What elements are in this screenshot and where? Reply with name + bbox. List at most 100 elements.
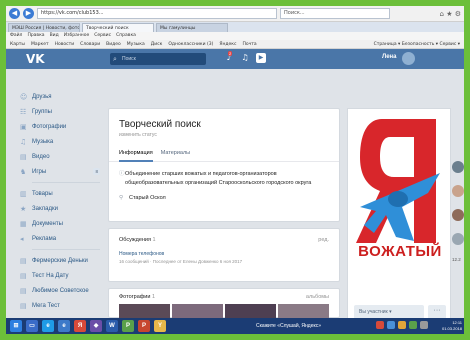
pioneer-scarf-logo bbox=[356, 119, 440, 243]
yandex-icon[interactable]: Я bbox=[74, 320, 86, 332]
browser-menubar: Файл Правка Вид Избранное Сервис Справка bbox=[6, 32, 464, 40]
publisher-icon[interactable]: P bbox=[122, 320, 134, 332]
browser-y-icon[interactable]: Y bbox=[154, 320, 166, 332]
sidebar-item[interactable]: ◂ Реклама bbox=[20, 231, 100, 246]
word-icon[interactable]: W bbox=[106, 320, 118, 332]
description-row: ⓘ Объединение старших вожатых и педагого… bbox=[109, 170, 339, 188]
fav-link[interactable]: Словари bbox=[80, 40, 100, 48]
sidebar-item-label: Товары bbox=[32, 190, 53, 197]
city-row: ⚲ Старый Оскол bbox=[109, 194, 339, 203]
menu-favorites[interactable]: Избранное bbox=[64, 32, 90, 40]
sidebar-item[interactable]: ☷ Группы bbox=[20, 104, 100, 119]
tab-info[interactable]: Информация bbox=[119, 144, 153, 162]
avatar[interactable] bbox=[452, 233, 464, 245]
fav-link[interactable]: Одноклассники (3) bbox=[168, 40, 213, 48]
sidebar-item[interactable]: ♞ Игры 8 bbox=[20, 164, 100, 179]
task-view-icon[interactable]: ▭ bbox=[26, 320, 38, 332]
people-icon: ☺ bbox=[20, 92, 28, 101]
fav-link[interactable]: Яндекс bbox=[219, 40, 236, 48]
browser-search-field[interactable]: Поиск... bbox=[280, 8, 390, 19]
sidebar-item[interactable]: ▣ Фотографии bbox=[20, 119, 100, 134]
sidebar-item[interactable]: ★ Закладки bbox=[20, 201, 100, 216]
tray-icon[interactable] bbox=[398, 321, 406, 329]
fav-link[interactable]: Почта bbox=[243, 40, 257, 48]
sidebar-item[interactable]: ▦ Документы bbox=[20, 216, 100, 231]
avatar[interactable] bbox=[402, 52, 415, 65]
photos-heading[interactable]: Фотографии bbox=[119, 294, 150, 300]
sidebar-item[interactable]: ▤ Мега Тест bbox=[20, 298, 100, 313]
membership-button[interactable]: Вы участник ▾ bbox=[354, 305, 424, 319]
cortana-search[interactable]: Скажите «Слушай, Яндекс» bbox=[256, 321, 356, 331]
app-icon: ▤ bbox=[20, 286, 27, 295]
tab-materials[interactable]: Материалы bbox=[161, 150, 190, 156]
left-menu: ☺ Друзья ☷ Группы ▣ Фотографии ♫ Музыка ▤ Видео ♞ И… bbox=[20, 89, 100, 313]
user-name[interactable]: Лена bbox=[382, 54, 397, 60]
menu-edit[interactable]: Правка bbox=[27, 32, 44, 40]
group-info-card: Творческий поиск изменить статус Информа… bbox=[108, 108, 340, 222]
goods-icon: ▥ bbox=[20, 189, 27, 198]
fav-link[interactable]: Маркет bbox=[31, 40, 49, 48]
home-star-gear-icons[interactable]: ⌂ ★ ⚙ bbox=[440, 10, 461, 18]
board-edit-link[interactable]: ред. bbox=[318, 237, 329, 243]
start-icon[interactable]: ⊞ bbox=[10, 320, 22, 332]
group-avatar-poster[interactable]: ВОЖАТЫЙ Вы участник ▾ ··· bbox=[347, 108, 451, 326]
edge-icon[interactable]: e bbox=[42, 320, 54, 332]
menu-file[interactable]: Файл bbox=[10, 32, 22, 40]
tray-icon[interactable] bbox=[409, 321, 417, 329]
forward-icon[interactable]: ▶ bbox=[23, 8, 34, 19]
sidebar-item-label: Видео bbox=[32, 153, 50, 160]
fav-link[interactable]: Новости bbox=[55, 40, 75, 48]
vk-search-input[interactable]: ⌕ Поиск bbox=[110, 53, 206, 65]
avatar[interactable] bbox=[452, 161, 464, 173]
sidebar-item[interactable]: ▥ Товары bbox=[20, 186, 100, 201]
avatar[interactable] bbox=[452, 185, 464, 197]
board-topic-link[interactable]: Номера телефонов bbox=[109, 243, 339, 257]
ie-command-menus[interactable]: Страница ▾ Безопасность ▾ Сервис ▾ bbox=[374, 40, 464, 48]
fav-link[interactable]: Диск bbox=[151, 40, 163, 48]
group-tabs: Информация Материалы bbox=[109, 144, 339, 162]
board-count: 1 bbox=[152, 237, 156, 243]
ie-icon[interactable]: e bbox=[58, 320, 70, 332]
play-icon[interactable]: ▶ bbox=[256, 53, 266, 63]
sidebar-item[interactable]: ☺ Друзья bbox=[20, 89, 100, 104]
sidebar-item-label: Документы bbox=[32, 220, 63, 227]
board-header: Обсуждения 1 ред. bbox=[109, 229, 339, 243]
sidebar-item-count: 8 bbox=[93, 168, 100, 175]
media-icon[interactable]: ◆ bbox=[90, 320, 102, 332]
menu-tools[interactable]: Сервис bbox=[94, 32, 111, 40]
board-heading[interactable]: Обсуждения bbox=[119, 237, 151, 243]
browser-tab[interactable]: Мы гамулинцы bbox=[156, 23, 228, 32]
fav-link[interactable]: Карты bbox=[10, 40, 25, 48]
music-note-icon[interactable]: ♫ bbox=[240, 53, 250, 63]
back-icon[interactable]: ◀ bbox=[9, 8, 20, 19]
browser-tabbar: МЭШ Россия | Новости, фото... Творческий… bbox=[6, 22, 464, 32]
browser-tab-active[interactable]: Творческий поиск bbox=[82, 23, 154, 32]
sidebar-item[interactable]: ♫ Музыка bbox=[20, 134, 100, 149]
tray-icon[interactable] bbox=[387, 321, 395, 329]
menu-view[interactable]: Вид bbox=[50, 32, 59, 40]
sidebar-item[interactable]: ▤ Фермерские Деньки bbox=[20, 253, 100, 268]
group-city[interactable]: Старый Оскол bbox=[129, 194, 166, 203]
sidebar-item-label: Тест На Дату bbox=[32, 272, 69, 279]
vk-logo[interactable]: VK bbox=[26, 52, 45, 66]
menu-help[interactable]: Справка bbox=[116, 32, 136, 40]
url-field[interactable]: https://vk.com/club153... bbox=[37, 8, 277, 19]
fav-link[interactable]: Видео bbox=[106, 40, 121, 48]
fav-link[interactable]: Музыка bbox=[127, 40, 145, 48]
avatar[interactable] bbox=[452, 209, 464, 221]
powerpoint-icon[interactable]: P bbox=[138, 320, 150, 332]
browser-tab[interactable]: МЭШ Россия | Новости, фото... bbox=[8, 23, 80, 32]
sidebar-item[interactable]: ▤ Видео bbox=[20, 149, 100, 164]
photos-card: Фотографии 1 альбомы bbox=[108, 288, 340, 328]
status-link[interactable]: изменить статус bbox=[119, 132, 329, 138]
menu-separator bbox=[32, 182, 100, 183]
docs-icon: ▦ bbox=[20, 219, 27, 228]
more-button[interactable]: ··· bbox=[428, 305, 446, 319]
clock[interactable]: 12:11 01.03.2018 bbox=[442, 320, 462, 332]
sidebar-item[interactable]: ▤ Любимое Советское bbox=[20, 283, 100, 298]
sidebar-item[interactable]: ▤ Тест На Дату bbox=[20, 268, 100, 283]
albums-link[interactable]: альбомы bbox=[306, 294, 329, 300]
tray-icon[interactable] bbox=[420, 321, 428, 329]
app-icon: ▤ bbox=[20, 256, 27, 265]
tray-icon[interactable] bbox=[376, 321, 384, 329]
